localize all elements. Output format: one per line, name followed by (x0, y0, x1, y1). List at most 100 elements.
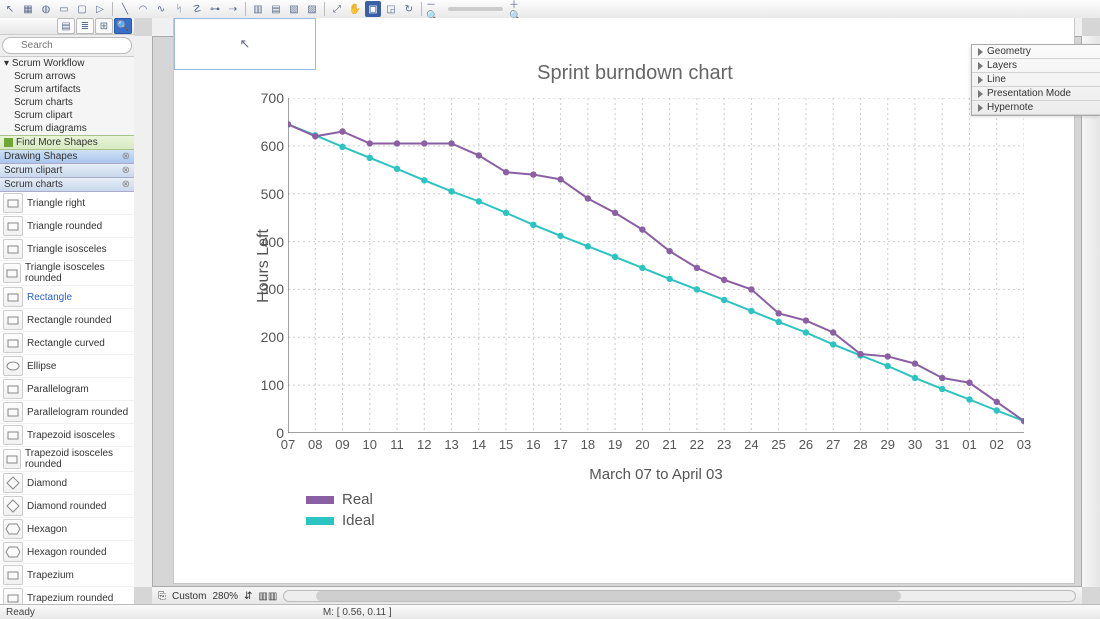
shape-icon (3, 216, 23, 236)
page-switch-icon[interactable]: ⎘ (158, 591, 166, 602)
stepper-icon[interactable]: ⇵ (244, 591, 252, 602)
view-strip-icon[interactable]: ▥▥ (258, 591, 277, 602)
shape-item[interactable]: Rectangle curved (0, 332, 134, 355)
inspector-row[interactable]: Layers (972, 59, 1100, 73)
shape-label: Parallelogram rounded (27, 407, 128, 418)
shape-item[interactable]: Triangle right (0, 192, 134, 215)
zoom-slider[interactable] (448, 7, 503, 11)
left-panel-tabs: ▤ ≣ ⊞ 🔍 (0, 18, 134, 35)
lib-tab-tree-icon[interactable]: ≣ (76, 18, 94, 34)
lib-tab-grid-icon[interactable]: ⊞ (95, 18, 113, 34)
legend-label: Ideal (342, 512, 375, 529)
inspector-row[interactable]: Line (972, 73, 1100, 87)
shape-item[interactable]: Hexagon rounded (0, 541, 134, 564)
chevron-right-icon (978, 62, 983, 70)
hscroll-thumb[interactable] (316, 591, 901, 601)
shape-item[interactable]: Hexagon (0, 518, 134, 541)
close-icon[interactable]: ⊗ (122, 179, 130, 190)
shape-item[interactable]: Triangle isosceles (0, 238, 134, 261)
zoom-pct[interactable]: 280% (212, 591, 238, 602)
shape-icon (3, 473, 23, 493)
inspector-row[interactable]: Hypernote (972, 101, 1100, 115)
inspector-row[interactable]: Presentation Mode (972, 87, 1100, 101)
page-navigator[interactable]: ↖ (174, 18, 316, 70)
rect-select-icon[interactable]: ▦ (20, 1, 36, 17)
refresh-icon[interactable]: ↻ (401, 1, 417, 17)
lib-header[interactable]: Scrum charts⊗ (0, 178, 134, 192)
node-icon[interactable]: ⊶ (207, 1, 223, 17)
hscroll-track[interactable] (283, 590, 1076, 602)
zoom-in-icon[interactable]: ＋🔍 (509, 1, 525, 17)
globe-icon[interactable]: ◍ (38, 1, 54, 17)
shape-item[interactable]: Diamond rounded (0, 495, 134, 518)
box2-icon[interactable]: ▢ (74, 1, 90, 17)
inspector-row[interactable]: Geometry (972, 45, 1100, 59)
shape-icon (3, 449, 21, 469)
shape-icon (3, 519, 23, 539)
zoom-out-icon[interactable]: －🔍 (426, 1, 442, 17)
x-tick: 31 (935, 433, 949, 452)
library-tree: ▾ Scrum Workflow Scrum arrows Scrum arti… (0, 57, 134, 135)
align4-icon[interactable]: ▨ (304, 1, 320, 17)
shape-label: Triangle isosceles rounded (25, 262, 131, 284)
shape-icon (3, 496, 23, 516)
tree-item[interactable]: Scrum charts (0, 96, 134, 109)
play-icon[interactable]: ▷ (92, 1, 108, 17)
align3-icon[interactable]: ▧ (286, 1, 302, 17)
search-input[interactable] (2, 37, 132, 54)
shape-item[interactable]: Rectangle (0, 286, 134, 309)
shape-label: Triangle right (27, 198, 85, 209)
x-tick: 13 (444, 433, 458, 452)
shape-item[interactable]: Trapezium rounded (0, 587, 134, 605)
shape-item[interactable]: Parallelogram (0, 378, 134, 401)
lib-header[interactable]: Scrum clipart⊗ (0, 164, 134, 178)
shape-item[interactable]: Trapezoid isosceles (0, 424, 134, 447)
fill-icon[interactable]: ▣ (365, 1, 381, 17)
inspector-label: Line (987, 74, 1006, 85)
connector-icon[interactable]: ⇢ (225, 1, 241, 17)
line-icon[interactable]: ╲ (117, 1, 133, 17)
inspector-label: Hypernote (987, 102, 1033, 113)
zoom-mode[interactable]: Custom (172, 591, 206, 602)
zoom-fit-icon[interactable]: ⤢ (329, 1, 345, 17)
arc-icon[interactable]: ◠ (135, 1, 151, 17)
lib-tab-search-icon[interactable]: 🔍 (114, 18, 132, 34)
tree-item[interactable]: Scrum clipart (0, 109, 134, 122)
poly-icon[interactable]: ᛋ (171, 1, 187, 17)
lib-header[interactable]: Drawing Shapes ⊗ (0, 150, 134, 164)
shape-item[interactable]: Triangle isosceles rounded (0, 261, 134, 286)
shape-item[interactable]: Triangle rounded (0, 215, 134, 238)
x-tick: 14 (472, 433, 486, 452)
actual-icon[interactable]: ◲ (383, 1, 399, 17)
align2-icon[interactable]: ▤ (268, 1, 284, 17)
bezier-icon[interactable]: ☡ (189, 1, 205, 17)
shape-item[interactable]: Trapezium (0, 564, 134, 587)
box-icon[interactable]: ▭ (56, 1, 72, 17)
pointer-icon[interactable]: ↖ (2, 1, 18, 17)
drawing-paper[interactable]: Sprint burndown chart Hours Left March 0… (174, 18, 1074, 583)
y-tick: 700 (261, 90, 288, 106)
shape-item[interactable]: Rectangle rounded (0, 309, 134, 332)
x-axis-label: March 07 to April 03 (288, 466, 1024, 483)
shape-item[interactable]: Trapezoid isosceles rounded (0, 447, 134, 472)
chevron-right-icon (978, 48, 983, 56)
shape-label: Triangle isosceles (27, 244, 107, 255)
shape-icon (3, 379, 23, 399)
hand-icon[interactable]: ✋ (347, 1, 363, 17)
tree-root[interactable]: ▾ Scrum Workflow (0, 57, 134, 70)
find-more-shapes[interactable]: Find More Shapes (0, 135, 134, 150)
vertical-scrollbar[interactable] (1081, 36, 1100, 587)
close-icon[interactable]: ⊗ (122, 151, 130, 162)
shape-item[interactable]: Diamond (0, 472, 134, 495)
close-icon[interactable]: ⊗ (122, 165, 130, 176)
shape-label: Trapezoid isosceles rounded (25, 448, 131, 470)
shape-item[interactable]: Parallelogram rounded (0, 401, 134, 424)
lib-header-label: Drawing Shapes (4, 151, 77, 162)
tree-item[interactable]: Scrum arrows (0, 70, 134, 83)
tree-item[interactable]: Scrum diagrams (0, 122, 134, 135)
shape-item[interactable]: Ellipse (0, 355, 134, 378)
lib-tab-shapes-icon[interactable]: ▤ (57, 18, 75, 34)
free-icon[interactable]: ∿ (153, 1, 169, 17)
tree-item[interactable]: Scrum artifacts (0, 83, 134, 96)
align1-icon[interactable]: ▥ (250, 1, 266, 17)
